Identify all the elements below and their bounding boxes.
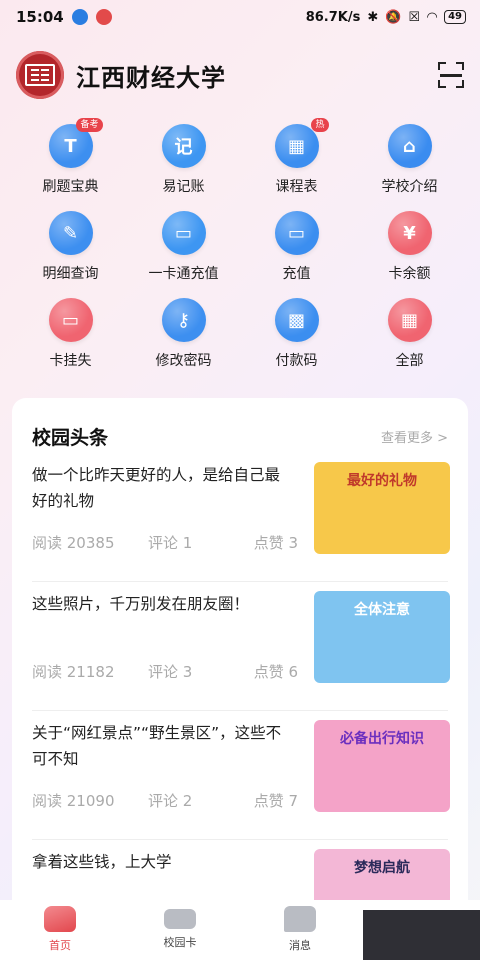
news-item[interactable]: 拿着这些钱，上大学 梦想启航 [12,841,468,903]
status-time: 15:04 [16,8,64,26]
news-thumbnail: 全体注意 [314,591,450,683]
grid-item-label: 明细查询 [42,266,99,282]
tab-campus-card[interactable]: 校园卡 [120,900,240,960]
news-thumbnail: 梦想启航 [314,849,450,903]
grid-item-label: 学校介绍 [381,179,438,195]
thumbnail-caption: 最好的礼物 [347,473,417,489]
news-item[interactable]: 做一个比昨天更好的人，是给自己最好的礼物阅读 20385 评论 1 点赞 3 最好的礼… [12,454,468,582]
key-icon: ⚷ [161,298,206,342]
app-notification-icon-2 [95,9,112,25]
news-title: 关于“网红景点”“野生景区”，这些不可不知 [32,724,282,768]
grid-item[interactable]: ▭ 充值 [240,211,353,298]
news-meta: 阅读 21090 评论 2 点赞 7 [32,790,298,811]
qr-code-icon: ▩ [274,298,319,342]
message-icon [284,906,316,932]
divider [32,839,448,840]
bottom-tab-bar: 首页 校园卡 消息 [0,900,480,960]
page-title: 江西财经大学 [76,63,226,92]
recharge-icon: ▭ [274,211,319,255]
grid-item-label: 付款码 [275,353,318,369]
tab-label: 首页 [49,939,71,952]
grid-item-badge: 热 [311,118,329,132]
card-loss-icon: ▭ [48,298,93,342]
comment-count: 评论 3 [148,663,193,681]
read-count: 阅读 21090 [32,792,115,810]
tab-label: 校园卡 [163,936,197,949]
news-item[interactable]: 这些照片，千万别发在朋友圈！ 阅读 21182 评论 3 点赞 6 全体注意 [12,583,468,711]
ledger-icon: 记 [161,124,206,168]
grid-item-label: 刷题宝典 [42,179,99,195]
mute-icon: 🔕 [385,9,402,25]
grid-item[interactable]: ¥ 卡余额 [353,211,466,298]
grid-item[interactable]: ▭ 一卡通充值 [127,211,240,298]
all-apps-icon: ▦ [387,298,432,342]
divider [32,581,448,582]
balance-icon: ¥ [387,211,432,255]
network-speed: 86.7K/s [305,9,361,25]
campus-card-icon [164,909,196,929]
battery-icon: 49 [444,10,466,24]
sim-icon: ☒ [408,9,421,25]
grid-item[interactable]: ⌂ 学校介绍 [353,124,466,211]
divider [32,710,448,711]
grid-item[interactable]: 记易记账 [127,124,240,211]
see-more-link[interactable]: 查看更多 > [381,427,448,446]
grid-item-label: 易记账 [162,179,205,195]
like-count: 点赞 6 [253,663,298,681]
status-bar: 15:04 86.7K/s ✱ 🔕 ☒ ◠ 49 [0,0,480,34]
school-icon: ⌂ [387,124,432,168]
grid-item[interactable]: ✎ 明细查询 [14,211,127,298]
read-count: 阅读 21182 [32,663,115,681]
grid-item[interactable]: T 备考刷题宝典 [14,118,127,211]
thumbnail-caption: 梦想启航 [354,860,410,876]
news-thumbnail: 最好的礼物 [314,462,450,554]
grid-item[interactable]: ▭ 卡挂失 [14,298,127,385]
tab-home[interactable]: 首页 [0,900,120,960]
grid-item-label: 修改密码 [155,353,212,369]
news-title: 这些照片，千万别发在朋友圈！ [32,595,250,613]
home-icon [44,906,76,932]
grid-item-badge: 备考 [76,118,103,132]
news-thumbnail: 必备出行知识 [314,720,450,812]
news-meta: 阅读 20385 评论 1 点赞 3 [32,532,298,553]
exam-book-icon: T 备考 [48,118,103,168]
news-title: 拿着这些钱，上大学 [32,853,172,871]
scan-icon[interactable] [438,62,464,88]
app-notification-icon [71,9,88,25]
news-title: 做一个比昨天更好的人，是给自己最好的礼物 [32,466,281,510]
grid-item-label: 一卡通充值 [148,266,219,282]
overlay-thumbnail [360,900,480,960]
grid-item-label: 卡余额 [388,266,431,282]
comment-count: 评论 1 [148,534,193,552]
like-count: 点赞 7 [253,792,298,810]
grid-item[interactable]: ⚷ 修改密码 [127,298,240,385]
university-logo [16,51,64,99]
grid-item-label: 卡挂失 [49,353,92,369]
wifi-icon: ◠ [427,9,438,25]
grid-item-label: 全部 [395,353,424,369]
detail-query-icon: ✎ [48,211,93,255]
timetable-icon: ▦ 热 [274,118,329,168]
news-section-title: 校园头条 [32,426,109,449]
read-count: 阅读 20385 [32,534,115,552]
grid-item-label: 充值 [282,266,311,282]
app-header: 江西财经大学 [0,46,480,104]
grid-item-label: 课程表 [275,179,318,195]
grid-item[interactable]: ▦ 热课程表 [240,118,353,211]
thumbnail-caption: 必备出行知识 [340,731,424,747]
function-grid: T 备考 刷题宝典记易记账 ▦ 热课程表 ⌂ 学校介绍 ✎ 明细查询 ▭ 一卡通充值 ▭ 充值 ¥ 卡余额 ▭… [14,118,466,385]
news-card: 校园头条 查看更多 > 做一个比昨天更好的人，是给自己最好的礼物阅读 20385… [12,398,468,903]
like-count: 点赞 3 [253,534,298,552]
news-meta: 阅读 21182 评论 3 点赞 6 [32,661,298,682]
thumbnail-caption: 全体注意 [354,602,410,618]
comment-count: 评论 2 [148,792,193,810]
tab-label: 消息 [289,939,311,952]
tab-messages[interactable]: 消息 [240,900,360,960]
grid-item[interactable]: ▦ 全部 [353,298,466,385]
bluetooth-icon: ✱ [367,9,379,25]
grid-item[interactable]: ▩ 付款码 [240,298,353,385]
card-recharge-icon: ▭ [161,211,206,255]
news-item[interactable]: 关于“网红景点”“野生景区”，这些不可不知阅读 21090 评论 2 点赞 7 必备出… [12,712,468,840]
